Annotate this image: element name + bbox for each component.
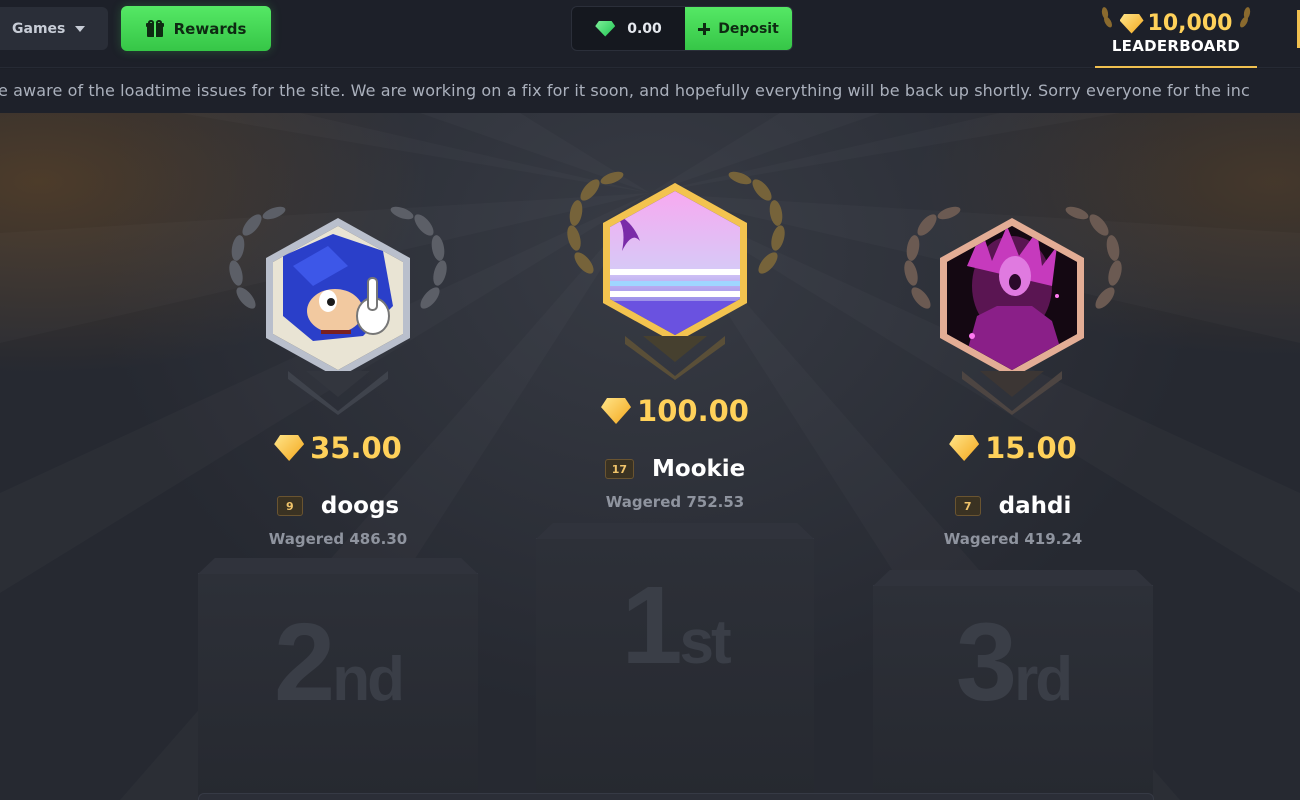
player-name-row: 9 doogs: [198, 493, 478, 519]
level-badge: 9: [276, 496, 303, 516]
player-name-row: 7 dahdi: [873, 493, 1153, 519]
chevron-down-icon: [75, 25, 86, 32]
prize-amount: 100.00: [536, 394, 814, 428]
place-number: 3: [955, 601, 1017, 724]
place-suffix: rd: [1014, 645, 1073, 714]
place-label-third: 3 rd: [873, 608, 1153, 718]
leaderboard-nav-link[interactable]: 10,000 LEADERBOARD: [1095, 0, 1257, 68]
level-badge: 7: [954, 496, 981, 516]
games-label: Games: [12, 20, 66, 37]
player-name-row: 17 Mookie: [536, 456, 814, 482]
place-number: 2: [274, 601, 335, 724]
place-suffix: st: [679, 608, 732, 677]
deposit-button[interactable]: Deposit: [685, 7, 792, 50]
chevron-down-icon: [288, 371, 388, 415]
player-card-third[interactable]: 15.00 7 dahdi Wagered 419.24: [873, 203, 1153, 563]
username: Mookie: [652, 456, 746, 482]
leaderboard-table-top: [198, 793, 1154, 800]
gem-icon: [949, 435, 980, 461]
place-number: 1: [621, 564, 682, 687]
prize-amount: 35.00: [198, 431, 478, 465]
podium-top-third: [873, 570, 1153, 586]
rewards-label: Rewards: [173, 19, 247, 38]
balance-display[interactable]: 0.00: [572, 7, 685, 50]
prize-value: 100.00: [637, 394, 749, 428]
top-bar: Games Rewards 0.00 Deposit 10,000 LEADER…: [0, 0, 1300, 68]
gem-icon: [274, 435, 305, 461]
balance-value: 0.00: [627, 20, 662, 37]
announcement-ticker: e aware of the loadtime issues for the s…: [0, 69, 1300, 113]
prize-value: 15.00: [985, 431, 1077, 465]
chevron-down-icon: [625, 336, 725, 380]
rewards-button[interactable]: Rewards: [121, 6, 271, 51]
games-dropdown-button[interactable]: Games: [0, 7, 108, 50]
gem-icon: [595, 20, 616, 37]
laurel-icon: [1101, 7, 1251, 28]
prize-value: 35.00: [310, 431, 402, 465]
deposit-label: Deposit: [718, 20, 779, 37]
level-badge: 17: [604, 459, 635, 479]
gem-icon: [601, 398, 632, 424]
username: doogs: [320, 493, 400, 519]
chevron-down-icon: [962, 371, 1062, 415]
player-card-second[interactable]: 35.00 9 doogs Wagered 486.30: [198, 203, 478, 563]
leaderboard-podium: 2 nd 1 st 3 rd 35.00 9 doogs Wagered 486…: [0, 113, 1300, 800]
place-suffix: nd: [332, 645, 405, 714]
prize-amount: 15.00: [873, 431, 1153, 465]
username: dahdi: [998, 493, 1072, 519]
gift-icon: [145, 20, 164, 37]
place-label-second: 2 nd: [198, 608, 478, 718]
announcement-text: e aware of the loadtime issues for the s…: [0, 81, 1250, 100]
place-label-first: 1 st: [536, 571, 814, 681]
wagered-amount: Wagered 419.24: [943, 530, 1083, 548]
wagered-amount: Wagered 486.30: [268, 530, 408, 548]
plus-icon: [698, 22, 711, 35]
leaderboard-label: LEADERBOARD: [1111, 36, 1241, 55]
wallet: 0.00 Deposit: [571, 6, 793, 51]
player-card-first[interactable]: 100.00 17 Mookie Wagered 752.53: [536, 168, 814, 528]
wagered-amount: Wagered 752.53: [605, 493, 745, 511]
